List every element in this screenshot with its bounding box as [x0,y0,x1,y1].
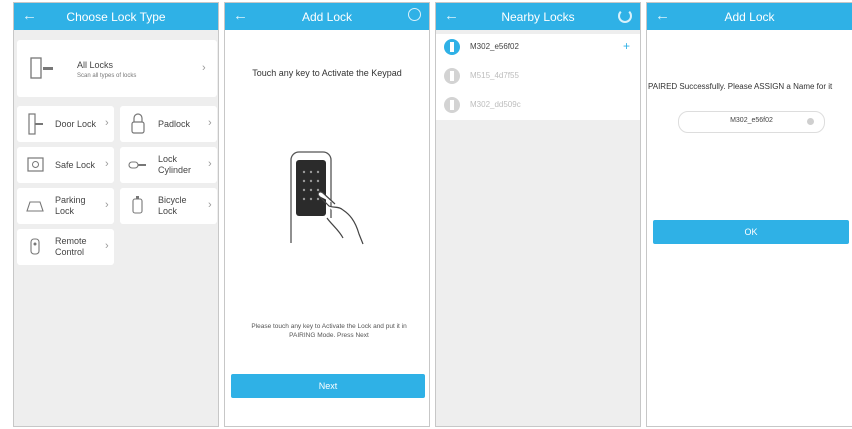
header-bar: ← Add Lock [647,3,852,30]
pairing-instructions: Please touch any key to Activate the Loc… [251,323,407,339]
page-title: Nearby Locks [501,10,575,24]
nearby-locks-screen: ← Nearby Locks M302_e56f02 + M515_4d7f55… [435,2,641,427]
chevron-right-icon: › [105,240,109,252]
lock-cylinder-label: Lock Cylinder [158,154,192,175]
chevron-right-icon: › [105,199,109,211]
door-lock-item[interactable]: Door Lock › [17,106,114,142]
next-button[interactable]: Next [231,374,425,398]
chevron-right-icon: › [105,158,109,170]
device-name: M302_dd509c [470,100,521,109]
choose-lock-type-screen: ← Choose Lock Type All Locks Scan all ty… [13,2,219,427]
cylinder-icon [128,161,146,169]
device-row[interactable]: M302_e56f02 + [436,36,640,58]
lock-icon [30,57,53,79]
parking-lock-item[interactable]: Parking Lock › [17,188,114,224]
header-bar: ← Nearby Locks [436,3,640,30]
clear-icon[interactable] [807,118,814,125]
paired-message: PAIRED Successfully. Please ASSIGN a Nam… [648,82,833,91]
all-locks-sub: Scan all types of locks [77,73,137,79]
bicycle-lock-item[interactable]: Bicycle Lock › [120,188,217,224]
remote-control-label: Remote Control [55,236,87,257]
page-title: Choose Lock Type [66,10,166,24]
padlock-label: Padlock [158,119,191,129]
device-row[interactable]: M302_dd509c [436,94,640,116]
header-bar: ← Choose Lock Type [14,3,218,30]
device-name: M302_e56f02 [470,42,519,51]
add-lock-keypad-screen: ← Add Lock Touch any key to Activate the… [224,2,430,427]
ok-button[interactable]: OK [653,220,849,244]
safe-icon [27,157,44,172]
chevron-right-icon: › [105,117,109,129]
chevron-right-icon: › [202,62,206,74]
lock-name-value: M302_e56f02 [730,117,773,124]
keypad-heading: Touch any key to Activate the Keypad [252,68,402,78]
all-locks-label: All Locks [77,60,114,70]
all-locks-card[interactable]: All Locks Scan all types of locks › [17,40,217,97]
safe-lock-item[interactable]: Safe Lock › [17,147,114,183]
remote-control-item[interactable]: Remote Control › [17,229,114,265]
chevron-right-icon: › [208,199,212,211]
device-name: M515_4d7f55 [470,71,519,80]
add-icon[interactable]: + [623,39,630,53]
lock-device-icon [444,68,460,84]
keypad-touch-illustration [290,151,364,245]
lock-device-icon [444,39,460,55]
header-bar: ← Add Lock [225,3,429,30]
lock-cylinder-item[interactable]: Lock Cylinder › [120,147,217,183]
safe-lock-label: Safe Lock [55,160,96,170]
chevron-right-icon: › [208,158,212,170]
remote-control-icon [30,238,40,255]
door-lock-label: Door Lock [55,119,97,129]
bicycle-lock-icon [132,196,143,214]
lock-name-input[interactable]: M302_e56f02 [678,111,825,133]
chevron-right-icon: › [208,117,212,129]
add-lock-name-screen: ← Add Lock PAIRED Successfully. Please A… [646,2,852,427]
door-lock-icon [28,113,43,135]
loading-spinner-icon [618,9,632,23]
padlock-icon [131,113,145,134]
help-icon[interactable] [408,8,421,21]
page-title: Add Lock [724,10,775,24]
parking-lock-icon [26,201,44,212]
padlock-item[interactable]: Padlock › [120,106,217,142]
device-row[interactable]: M515_4d7f55 [436,65,640,87]
lock-device-icon [444,97,460,113]
page-title: Add Lock [301,10,353,24]
parking-lock-label: Parking Lock [55,195,86,216]
bicycle-lock-label: Bicycle Lock [158,195,187,216]
